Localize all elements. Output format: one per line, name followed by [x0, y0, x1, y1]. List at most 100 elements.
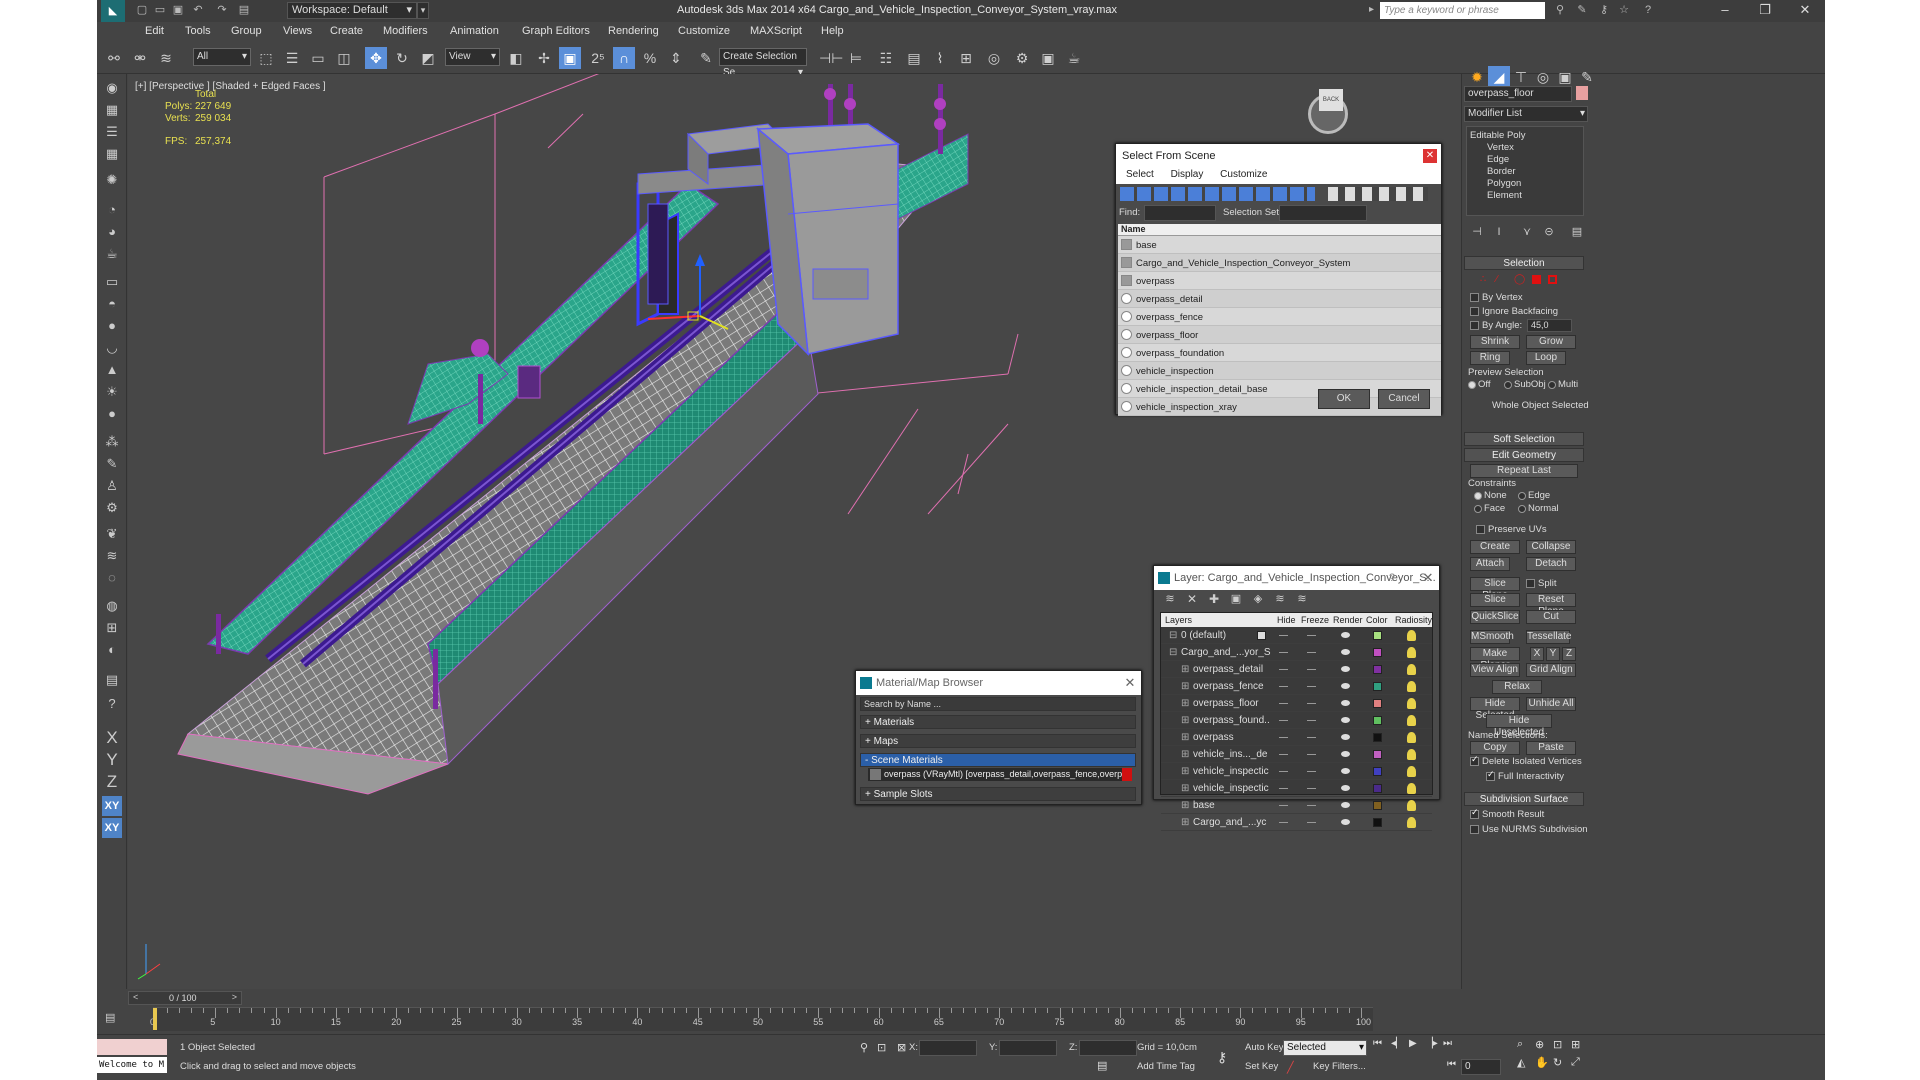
freeze-toggle[interactable]: [1307, 669, 1316, 670]
render-toggle-icon[interactable]: [1341, 700, 1350, 706]
loop-button[interactable]: Loop: [1526, 351, 1566, 365]
previous-frame-icon[interactable]: ◂▏: [1391, 1038, 1404, 1049]
layer-color-swatch[interactable]: [1373, 665, 1382, 674]
time-tag-icon[interactable]: ▤: [1097, 1059, 1107, 1072]
object-row[interactable]: Cargo_and_Vehicle_Inspection_Conveyor_Sy…: [1118, 254, 1441, 272]
attach-button[interactable]: Attach: [1470, 557, 1510, 571]
render-toggle-icon[interactable]: [1341, 785, 1350, 791]
hide-selected-button[interactable]: Hide Selected: [1470, 697, 1520, 721]
render-setup-icon[interactable]: ⚙: [1011, 47, 1033, 69]
selection-lock-icon[interactable]: ⊡: [877, 1041, 886, 1054]
close-icon[interactable]: ✕: [1423, 149, 1437, 163]
split-checkbox[interactable]: [1526, 579, 1535, 588]
light-icon[interactable]: ✺: [102, 170, 122, 190]
radiosity-bulb-icon[interactable]: [1407, 681, 1416, 692]
shrink-button[interactable]: Shrink: [1470, 335, 1520, 349]
radiosity-bulb-icon[interactable]: [1407, 630, 1416, 641]
layer-color-swatch[interactable]: [1373, 648, 1382, 657]
view-align-button[interactable]: View Align: [1470, 663, 1520, 677]
planar-z-button[interactable]: Z: [1562, 647, 1576, 661]
new-layer-icon[interactable]: ≋: [1162, 590, 1178, 608]
add-to-layer-icon[interactable]: ✚: [1206, 590, 1222, 608]
axis-z-icon[interactable]: Z: [102, 772, 122, 792]
select-and-scale-icon[interactable]: ◩: [417, 47, 439, 69]
vertex-level-icon[interactable]: ∴: [1480, 274, 1486, 285]
layer-color-swatch[interactable]: [1373, 631, 1382, 640]
delete-isolated-checkbox[interactable]: [1470, 754, 1479, 766]
object-node-icon[interactable]: ⊞: [1181, 695, 1189, 712]
layer-color-swatch[interactable]: [1373, 801, 1382, 810]
viewcube[interactable]: BACK: [1319, 89, 1343, 111]
time-slider[interactable]: < 0 / 100 >: [128, 991, 242, 1005]
object-row[interactable]: overpass_foundation: [1118, 344, 1441, 362]
select-manipulate-icon[interactable]: ✢: [533, 47, 555, 69]
object-node-icon[interactable]: ⊞: [1181, 814, 1189, 831]
freeze-toggle[interactable]: [1307, 771, 1316, 772]
sample-slots-rollout[interactable]: + Sample Slots: [860, 787, 1136, 801]
radiosity-bulb-icon[interactable]: [1407, 800, 1416, 811]
preview-subobj-radio[interactable]: [1504, 381, 1512, 389]
full-interactivity-checkbox[interactable]: [1486, 769, 1495, 781]
redo-icon[interactable]: ↷: [215, 3, 229, 17]
set-keys-icon[interactable]: ╱: [1287, 1061, 1294, 1074]
save-icon[interactable]: ▣: [171, 3, 185, 17]
ok-button[interactable]: OK: [1318, 389, 1370, 409]
key-filters-button[interactable]: Key Filters...: [1313, 1061, 1366, 1072]
hide-toggle[interactable]: [1279, 652, 1288, 653]
hide-toggle[interactable]: [1279, 822, 1288, 823]
hide-toggle[interactable]: [1279, 686, 1288, 687]
add-time-tag-button[interactable]: Add Time Tag: [1137, 1061, 1195, 1072]
leaf-icon[interactable]: ❦: [102, 524, 122, 544]
menu-modifiers[interactable]: Modifiers: [383, 25, 428, 37]
menu-maxscript[interactable]: MAXScript: [750, 25, 802, 37]
render-production-icon[interactable]: ☕: [1063, 47, 1085, 69]
object-node-icon[interactable]: ⊞: [1181, 729, 1189, 746]
hemisphere-icon[interactable]: ◓: [102, 294, 122, 314]
shaded-viewport-icon[interactable]: ◉: [102, 78, 122, 98]
search-arrow-icon[interactable]: ▸: [1369, 4, 1374, 15]
maps-rollout[interactable]: + Maps: [860, 734, 1136, 748]
lock-icon[interactable]: ⚲: [860, 1041, 868, 1054]
layer-color-swatch[interactable]: [1373, 699, 1382, 708]
hide-all-icon[interactable]: ≋: [1272, 590, 1288, 608]
maximize-viewport-icon[interactable]: ⤢: [1571, 1056, 1580, 1069]
new-file-icon[interactable]: ▢: [135, 3, 149, 17]
filter-icons[interactable]: [1120, 187, 1315, 201]
hide-toggle[interactable]: [1279, 635, 1288, 636]
collapse-button[interactable]: Collapse: [1526, 540, 1576, 554]
tessellate-button[interactable]: Tessellate: [1526, 630, 1571, 644]
reset-plane-button[interactable]: Reset Plane: [1526, 593, 1576, 617]
viewport-label[interactable]: [+] [Perspective ] [Shaded + Edged Faces…: [135, 81, 326, 92]
col-freeze[interactable]: Freeze: [1301, 615, 1329, 625]
planet-icon[interactable]: ◐: [102, 640, 122, 660]
render-toggle-icon[interactable]: [1341, 683, 1350, 689]
spinner-snap-icon[interactable]: ⇕: [665, 47, 687, 69]
materials-rollout[interactable]: + Materials: [860, 715, 1136, 729]
camera-icon[interactable]: ◕: [102, 222, 122, 242]
render-toggle-icon[interactable]: [1341, 768, 1350, 774]
curve-editor-icon[interactable]: ⌇: [929, 47, 951, 69]
menu-views[interactable]: Views: [283, 25, 312, 37]
axis-xy-icon[interactable]: XY: [102, 796, 122, 816]
menu-graph-editors[interactable]: Graph Editors: [522, 25, 590, 37]
display-icons[interactable]: [1328, 187, 1428, 201]
current-layer-icon[interactable]: [1257, 631, 1266, 640]
y-coordinate-field[interactable]: [999, 1040, 1057, 1056]
key-icon[interactable]: ⚷: [1217, 1049, 1227, 1066]
layer-row[interactable]: ⊞ base: [1161, 797, 1432, 814]
edge-level-icon[interactable]: ∕: [1496, 274, 1498, 285]
object-node-icon[interactable]: ⊞: [1181, 712, 1189, 729]
layer-color-swatch[interactable]: [1373, 767, 1382, 776]
paint-icon[interactable]: ✎: [102, 454, 122, 474]
radiosity-bulb-icon[interactable]: [1407, 647, 1416, 658]
delete-layer-icon[interactable]: ✕: [1184, 590, 1200, 608]
object-row[interactable]: overpass_floor: [1118, 326, 1441, 344]
mirror-icon[interactable]: ⊣⊢: [819, 47, 843, 69]
polygon-level-icon[interactable]: [1532, 275, 1541, 284]
layer-row[interactable]: ⊞ overpass_detail: [1161, 661, 1432, 678]
workspace-dropdown[interactable]: Workspace: Default ▾: [287, 2, 417, 19]
object-node-icon[interactable]: ⊞: [1181, 797, 1189, 814]
maxscript-listener-bar[interactable]: [97, 1039, 167, 1055]
key-mode-dropdown[interactable]: Selected ▾: [1283, 1040, 1367, 1056]
pin-stack-icon[interactable]: ⊣: [1466, 221, 1488, 243]
